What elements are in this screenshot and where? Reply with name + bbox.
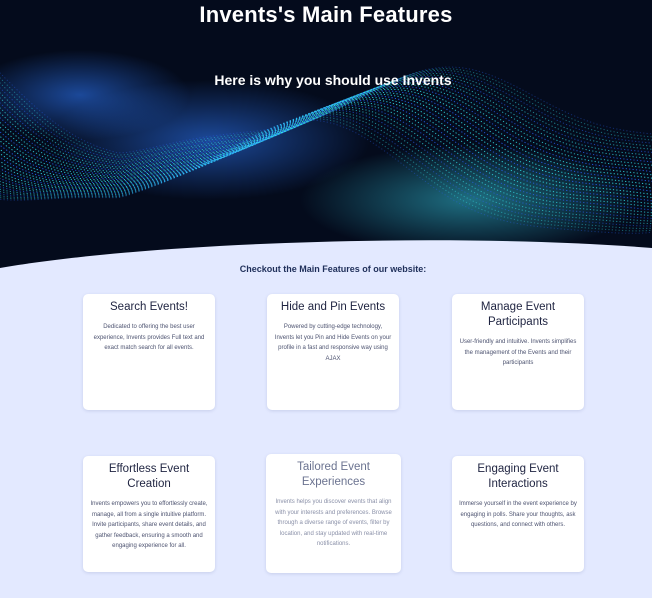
feature-card-tailored-experiences: Tailored Event Experiences Invents helps… <box>266 454 401 573</box>
feature-card-title: Engaging Event Interactions <box>477 463 559 490</box>
feature-card-title: Manage Event Participants <box>480 301 556 328</box>
feature-card-engaging-interactions: Engaging Event Interactions Immerse your… <box>452 456 584 572</box>
feature-card-title: Tailored Event Experiences <box>297 461 370 488</box>
feature-card-manage-participants: Manage Event Participants User-friendly … <box>452 294 584 410</box>
hero-subtitle: Here is why you should use Invents <box>214 72 452 88</box>
feature-card-description: Dedicated to offering the best user expe… <box>93 324 205 351</box>
feature-card-event-creation: Effortless Event Creation Invents empowe… <box>83 456 215 572</box>
feature-card-description: Powered by cutting-edge technology, Inve… <box>274 324 392 362</box>
feature-card-description: Invents empowers you to effortlessly cre… <box>90 501 208 549</box>
feature-card-description: User-friendly and intuitive. Invents sim… <box>459 339 577 366</box>
feature-card-title: Hide and Pin Events <box>280 301 386 313</box>
feature-card-search-events: Search Events! Dedicated to offering the… <box>83 294 215 410</box>
hero-banner: Invents's Main Features Here is why you … <box>0 0 652 275</box>
particle-wave-graphic <box>0 50 652 255</box>
feature-card-description: Invents helps you discover events that a… <box>275 499 392 547</box>
feature-card-title: Effortless Event Creation <box>108 463 190 490</box>
feature-card-hide-pin-events: Hide and Pin Events Powered by cutting-e… <box>267 294 399 410</box>
feature-card-title: Search Events! <box>110 301 188 313</box>
page-title: Invents's Main Features <box>199 2 453 27</box>
feature-card-description: Immerse yourself in the event experience… <box>459 501 577 528</box>
features-section-heading: Checkout the Main Features of our websit… <box>239 264 427 274</box>
